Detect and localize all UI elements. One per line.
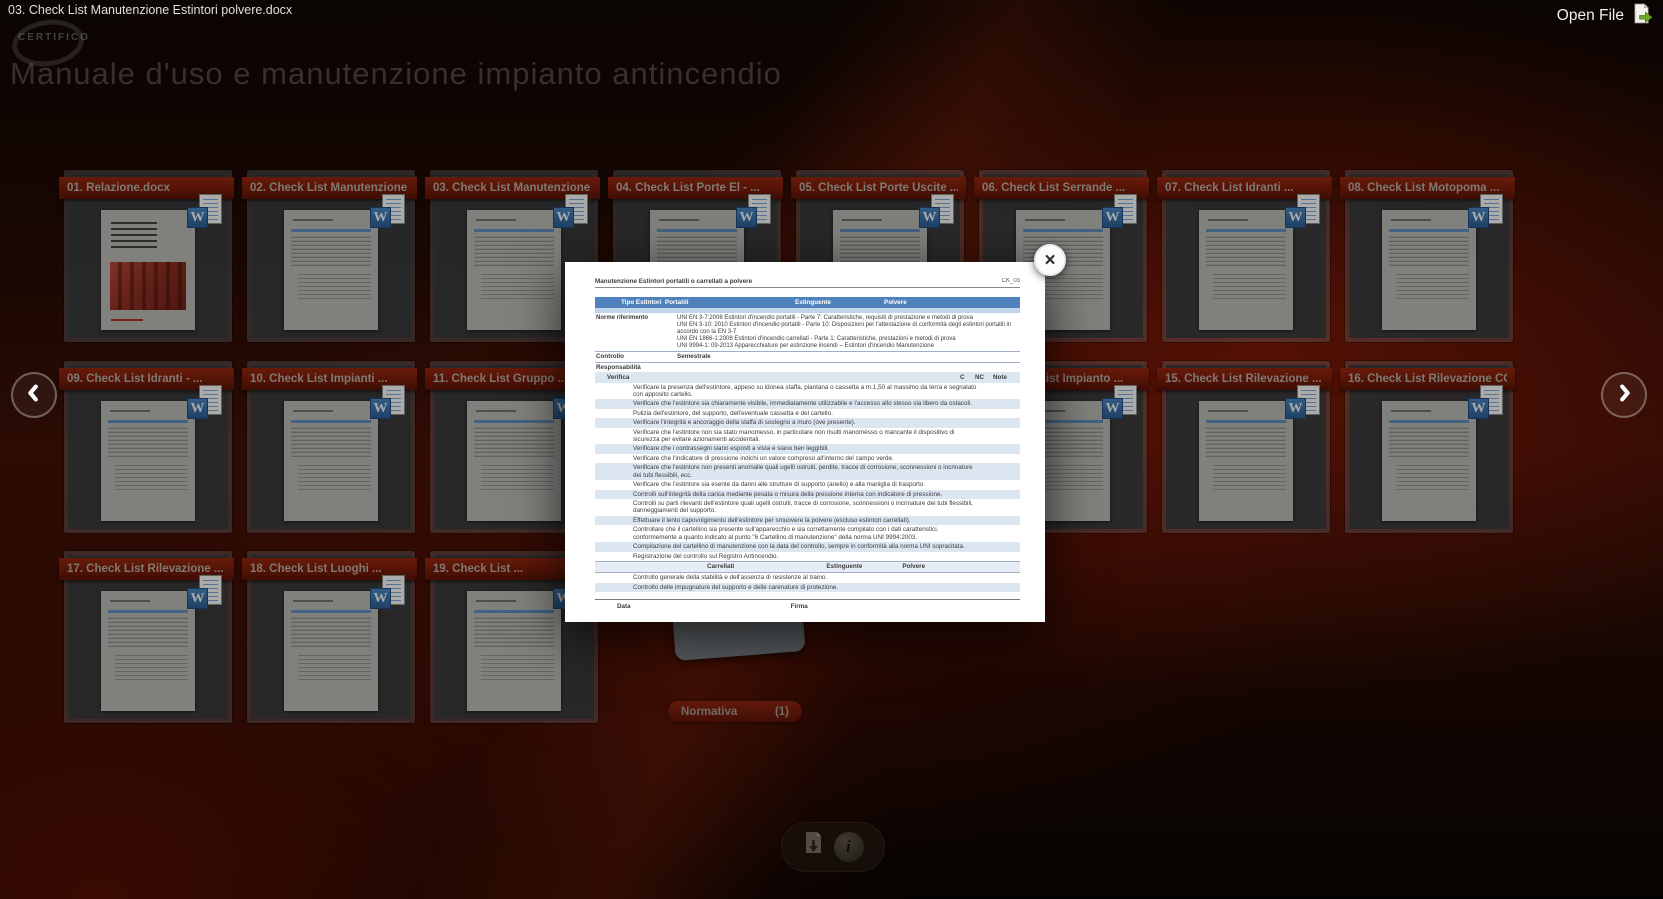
checklist-item: Verificare che l'estintore sia chiaramen… [595,399,1020,408]
checklist-item: Controllo delle impugnature del supporto… [595,583,1020,592]
prev-page-button[interactable] [11,372,57,418]
checklist-table: Tipo Estintori Portatili Estinguente Pol… [595,297,1020,592]
col-nc: NC [975,374,993,381]
document-preview-modal: × Manutenzione Estintori portatili o car… [565,262,1045,622]
open-file-label: Open File [1557,7,1624,25]
norme-line: UNI EN 1866-1:2008 Estintori d'incendio … [677,336,1020,343]
firma-label: Firma [791,603,808,610]
data-label: Data [617,603,631,610]
col-estinguente-2: Estinguente [826,563,862,570]
controllo-label: Controllo [595,353,677,360]
checklist-item: Effettuare il lento capovolgimento dell'… [595,516,1020,525]
checklist-item: Controllo generale della stabilità e del… [595,573,1020,582]
document-page: Manutenzione Estintori portatili o carre… [595,278,1020,610]
document-header: Manutenzione Estintori portatili o carre… [595,278,1020,288]
document-code: CK_03 [1002,278,1020,285]
checklist-item: Verificare che l'indicatore di pressione… [595,454,1020,463]
checklist-item: Verificare che i contrassegni siano espo… [595,444,1020,453]
next-page-button[interactable] [1601,372,1647,418]
open-file-button[interactable]: Open File [1557,3,1653,29]
document-footer: Data Firma [595,599,1020,610]
checklist-item: Controlli sull'integrità della carica me… [595,490,1020,499]
chevron-left-icon [23,382,45,409]
checklist-item: Verificare l'integrità e ancoraggio dell… [595,418,1020,427]
checklist-item: Compilazione del cartellino di manutenzi… [595,542,1020,551]
norme-line: UNI EN 3-7:2008 Estintori d'incendio por… [677,315,1020,322]
col-c: C [960,374,975,381]
norme-row: Norme riferimento UNI EN 3-7:2008 Estint… [595,313,1020,351]
carrellati-items: Controllo generale della stabilità e del… [595,573,1020,592]
document-header-title: Manutenzione Estintori portatili o carre… [595,278,752,285]
norme-lines: UNI EN 3-7:2008 Estintori d'incendio por… [677,315,1020,350]
controllo-row: Controllo Semestrale [595,351,1020,362]
close-icon: × [1044,251,1055,270]
col-polvere: Polvere [884,299,1020,306]
checklist-item: Verificare che l'estintore non presenti … [595,463,1020,480]
col-carrellati: Carrellati [707,563,734,570]
close-button[interactable]: × [1034,244,1066,276]
norme-line: UNI 9994-1: 09-2013 Apparecchiature per … [677,343,1020,350]
checklist-items: Verificare la presenza dell'estintore, a… [595,383,1020,561]
checklist-item: Controlli su parti rilevanti dell'estint… [595,499,1020,516]
col-polvere-2: Polvere [902,563,925,570]
checklist-item: Controllare che il cartellino sia presen… [595,525,1020,542]
open-file-icon [1632,3,1653,29]
responsabilita-row: Responsabilità [595,363,1020,371]
chevron-right-icon [1613,382,1635,409]
norme-line: UNI EN 3-10: 2010 Estintori d'incendio p… [677,322,1020,336]
checklist-item: Verificare che l'estintore non sia stato… [595,428,1020,445]
verifica-label: Verifica [595,374,960,381]
checklist-item: Pulizia dell'estintore, del supporto, de… [595,409,1020,418]
carrellati-header-row: Carrellati Estinguente Polvere [595,561,1020,573]
col-tipo-estintori: Tipo Estintori [621,299,665,306]
col-portatili: Portatili [665,299,795,306]
verifica-row: Verifica C NC Note [595,372,1020,382]
window-title: 03. Check List Manutenzione Estintori po… [8,3,292,17]
table-header-row: Tipo Estintori Portatili Estinguente Pol… [595,297,1020,307]
checklist-item: Verificare che l'estintore sia esente da… [595,480,1020,489]
controllo-value: Semestrale [677,353,1020,360]
checklist-item: Registrazione del controllo sul Registro… [595,552,1020,561]
norme-label: Norme riferimento [595,315,677,350]
checklist-item: Verificare la presenza dell'estintore, a… [595,383,1020,400]
col-note: Note [993,374,1020,381]
col-estinguente: Estinguente [795,299,884,306]
